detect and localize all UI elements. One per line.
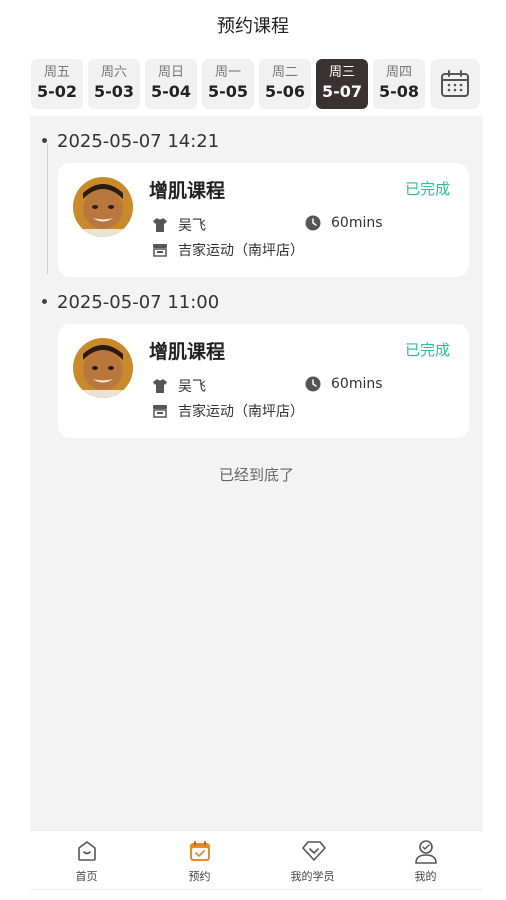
duration-info: 60mins	[305, 376, 383, 392]
home-icon	[78, 841, 96, 861]
diamond-icon	[302, 841, 326, 861]
date-label: 5-08	[378, 82, 420, 101]
duration-value: 60mins	[331, 215, 383, 231]
date-tab-0506[interactable]: 周二 5-06	[259, 59, 311, 109]
date-tab-0508[interactable]: 周四 5-08	[373, 59, 425, 109]
clock-icon	[305, 376, 321, 392]
course-name: 增肌课程	[149, 180, 226, 202]
shirt-icon	[153, 379, 167, 393]
coach-avatar	[73, 177, 133, 237]
date-tab-0507[interactable]: 周三 5-07	[316, 59, 368, 109]
calendar-icon	[441, 70, 469, 97]
store-icon	[153, 405, 167, 418]
weekday-label: 周三	[328, 65, 355, 80]
coach-info: 吴飞	[152, 376, 206, 396]
duration-info: 60mins	[305, 215, 383, 231]
booking-list: 2025-05-07 14:21 增肌课程 已完成 吴飞 60mins 吉家运动…	[30, 116, 483, 830]
course-name: 增肌课程	[149, 341, 226, 363]
date-label: 5-02	[36, 82, 78, 101]
calendar-button[interactable]	[430, 59, 480, 109]
status-badge: 已完成	[404, 341, 450, 359]
coach-name: 吴飞	[178, 379, 206, 395]
date-label: 5-03	[93, 82, 135, 101]
date-tab-0503[interactable]: 周六 5-03	[88, 59, 140, 109]
coach-avatar	[73, 338, 133, 398]
store-info: 吉家运动（南坪店）	[152, 401, 304, 421]
timeline-dot	[42, 298, 47, 304]
date-label: 5-07	[321, 82, 363, 101]
tab-my-students[interactable]: 我的学员	[256, 831, 369, 889]
tab-label: 我的学员	[290, 870, 335, 883]
booking-time: 2025-05-07 11:00	[57, 292, 220, 313]
store-info: 吉家运动（南坪店）	[152, 240, 304, 260]
date-tab-0502[interactable]: 周五 5-02	[31, 59, 83, 109]
duration-value: 60mins	[331, 376, 383, 392]
user-icon	[415, 840, 437, 864]
calendar-check-icon	[190, 841, 210, 861]
booking-time-row: 2025-05-07 11:00	[42, 292, 219, 313]
booking-time: 2025-05-07 14:21	[57, 131, 220, 152]
tab-label: 我的	[414, 870, 437, 883]
coach-name: 吴飞	[178, 218, 206, 234]
tab-label: 预约	[188, 870, 211, 883]
tab-profile[interactable]: 我的	[369, 831, 482, 889]
page-title: 预约课程	[217, 16, 289, 37]
booking-card[interactable]: 增肌课程 已完成 吴飞 60mins 吉家运动（南坪店）	[58, 163, 469, 277]
end-of-list-text: 已经到底了	[218, 466, 294, 484]
weekday-label: 周六	[100, 65, 127, 80]
date-tab-0504[interactable]: 周日 5-04	[145, 59, 197, 109]
timeline-dot	[42, 137, 47, 143]
date-selector: 周五 5-02 周六 5-03 周日 5-04 周一 5-05 周二 5-06 …	[31, 59, 481, 109]
clock-icon	[305, 215, 321, 231]
tab-booking[interactable]: 预约	[143, 831, 256, 889]
date-label: 5-05	[207, 82, 249, 101]
weekday-label: 周一	[214, 65, 241, 80]
weekday-label: 周二	[271, 65, 298, 80]
weekday-label: 周日	[157, 65, 184, 80]
weekday-label: 周五	[43, 65, 70, 80]
tab-label: 首页	[75, 870, 98, 883]
bottom-tab-bar: 首页 预约 我的学员 我的	[30, 830, 483, 890]
weekday-label: 周四	[385, 65, 412, 80]
shirt-icon	[153, 218, 167, 232]
tab-home[interactable]: 首页	[30, 831, 143, 889]
coach-info: 吴飞	[152, 215, 206, 235]
store-icon	[153, 244, 167, 257]
date-label: 5-06	[264, 82, 306, 101]
status-badge: 已完成	[404, 180, 450, 198]
booking-time-row: 2025-05-07 14:21	[42, 131, 219, 152]
timeline-line	[47, 144, 48, 274]
store-name: 吉家运动（南坪店）	[178, 243, 304, 259]
booking-card[interactable]: 增肌课程 已完成 吴飞 60mins 吉家运动（南坪店）	[58, 324, 469, 438]
date-label: 5-04	[150, 82, 192, 101]
date-tab-0505[interactable]: 周一 5-05	[202, 59, 254, 109]
store-name: 吉家运动（南坪店）	[178, 404, 304, 420]
